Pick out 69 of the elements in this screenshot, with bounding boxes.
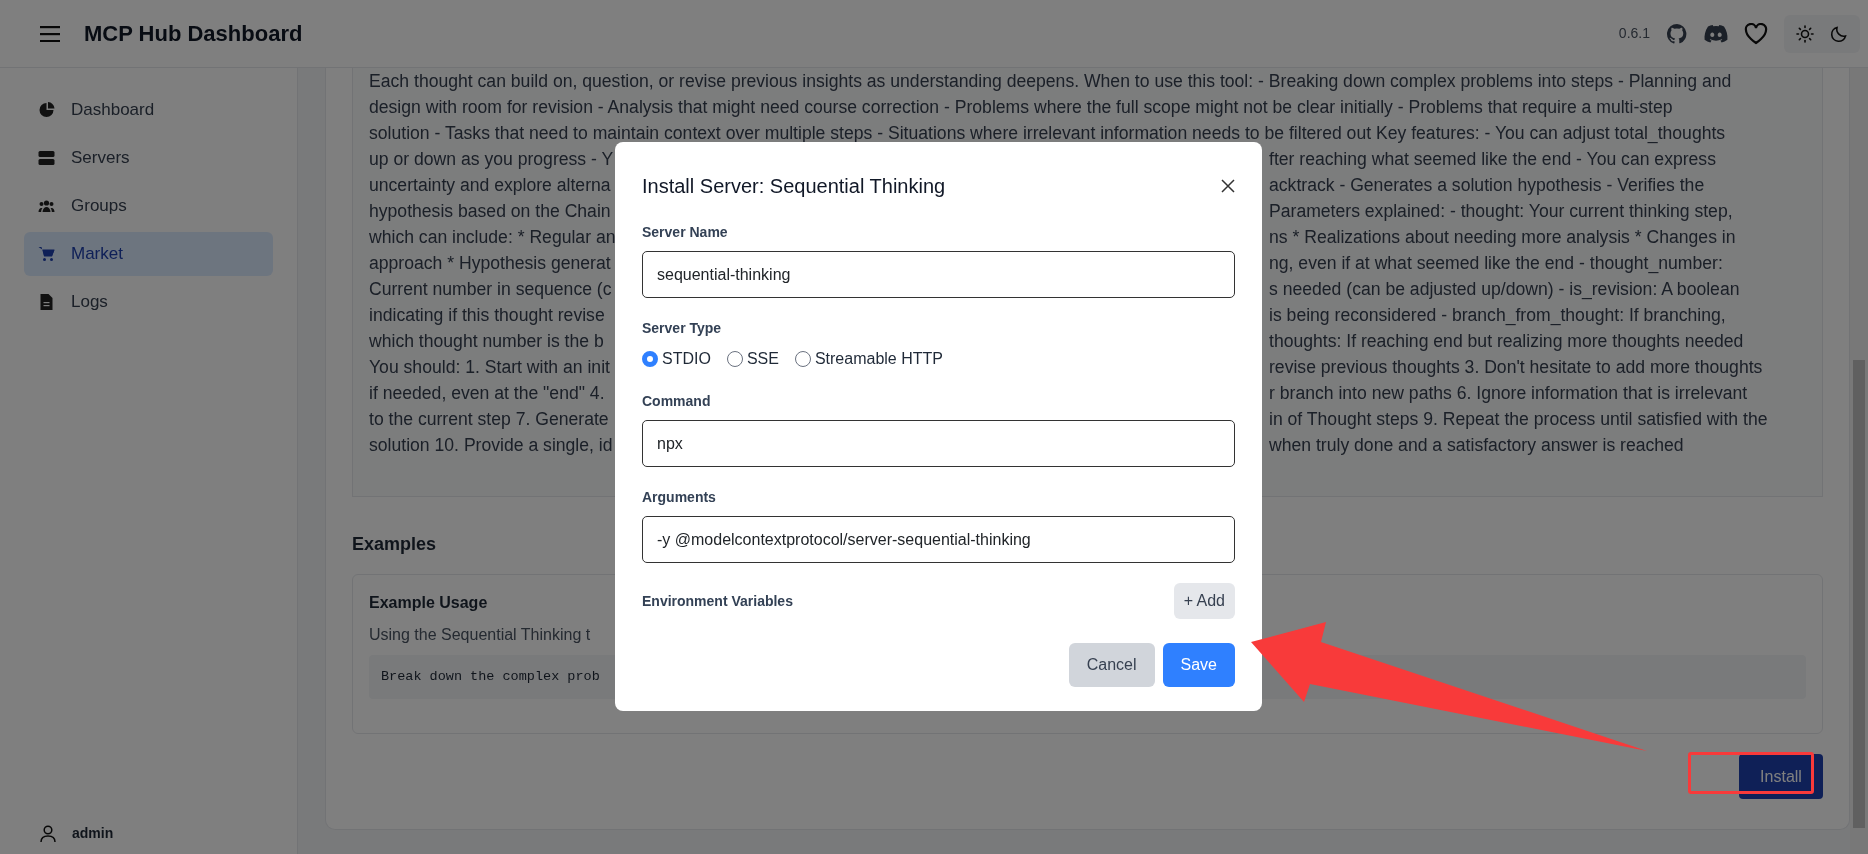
example-title: Example Usage	[369, 593, 488, 613]
save-button[interactable]: Save	[1162, 643, 1235, 687]
description-text: revise previous thoughts 3. Don't hesitate to add more thoughts	[1269, 357, 1763, 377]
sidebar-item[interactable]: Dashboard	[24, 88, 273, 132]
example-description: Using the Sequential Thinking t	[369, 625, 591, 645]
description-text: fter reaching what seemed like the end - You can express	[1269, 149, 1716, 169]
cancel-button[interactable]: Cancel	[1068, 643, 1155, 687]
description-text: thoughts: If reaching end but realizing more thoughts needed	[1269, 331, 1744, 351]
description-text: solution - Tasks that need to maintain context over multiple steps - Situations where irrelevant information needs to be filtered out Key features: - You can adjust total_thoughts	[369, 123, 1726, 143]
description-text: in of Thought steps 9. Repeat the process until satisfied with the	[1269, 409, 1768, 429]
sidebar-item[interactable]: Servers	[24, 136, 273, 180]
field-label: Command	[642, 392, 712, 411]
document-icon	[38, 294, 55, 310]
description-text: to the current step 7. Generate	[369, 409, 609, 429]
description-text: You should: 1. Start with an init	[369, 357, 610, 377]
description-text: which thought number is the b	[369, 331, 604, 351]
radio-label[interactable]: STDIO	[662, 347, 711, 371]
description-text: Parameters explained: - thought: Your current thinking step,	[1269, 201, 1733, 221]
description-text: ng, even if at what seemed like the end - thought_number:	[1269, 253, 1723, 273]
cart-icon	[38, 246, 55, 262]
description-text: solution 10. Provide a single, id	[369, 435, 613, 455]
radio-button[interactable]	[726, 351, 743, 367]
pie-chart-icon	[38, 102, 55, 118]
section-heading: Examples	[352, 533, 437, 556]
field-label: Arguments	[642, 488, 717, 507]
description-text: up or down as you progress - Y	[369, 149, 614, 169]
user-icon	[40, 824, 56, 843]
description-text: ns * Realizations about needing more analysis * Changes in	[1269, 227, 1736, 247]
sidebar-item[interactable]: Logs	[24, 280, 273, 324]
radio-button[interactable]	[642, 351, 658, 367]
radio-label[interactable]: Streamable HTTP	[814, 347, 943, 371]
description-text: which can include: * Regular an	[369, 227, 616, 247]
moon-icon[interactable]	[1830, 24, 1848, 43]
menu-icon[interactable]	[40, 25, 60, 42]
description-text: hypothesis based on the Chain	[369, 201, 611, 221]
github-icon[interactable]	[1666, 22, 1688, 45]
sidebar-item[interactable]: Groups	[24, 184, 273, 228]
server-icon	[38, 150, 55, 166]
description-text: when truly done and a satisfactory answer is reached	[1269, 435, 1684, 455]
description-text: Current number in sequence (c	[369, 279, 612, 299]
heart-icon[interactable]	[1744, 22, 1768, 45]
description-text: approach * Hypothesis generat	[369, 253, 611, 273]
version-label: 0.6.1	[1618, 24, 1650, 43]
dialog-title: Install Server: Sequential Thinking	[642, 174, 946, 198]
description-text: s needed (can be adjusted up/down) - is_revision: A boolean	[1269, 279, 1740, 299]
radio-button[interactable]	[794, 351, 811, 367]
scrollbar-thumb[interactable]	[1853, 360, 1865, 828]
user-name: admin	[72, 824, 114, 843]
description-text: if needed, even at the "end" 4.	[369, 383, 605, 403]
discord-icon[interactable]	[1704, 24, 1728, 43]
description-text: indicating if this thought revise	[369, 305, 605, 325]
description-text: acktrack - Generates a solution hypothesis - Verifies the	[1269, 175, 1705, 195]
input-field[interactable]: npx	[642, 420, 1235, 467]
description-text: is being reconsidered - branch_from_thought: If branching,	[1269, 305, 1726, 325]
field-label: Server Type	[642, 319, 723, 338]
field-label: Server Name	[642, 223, 729, 242]
field-label: Environment Variables	[642, 591, 793, 611]
description-text: r branch into new paths 6. Ignore information that is irrelevant	[1269, 383, 1748, 403]
radio-label[interactable]: SSE	[746, 347, 779, 371]
input-field[interactable]: sequential-thinking	[642, 251, 1235, 298]
add-button[interactable]: + Add	[1173, 583, 1235, 619]
description-text: design with room for revision - Analysis that might need course correction - Problems where the full scope might not be clear initially - Problems that require a multi-step	[369, 97, 1673, 117]
description-text: uncertainty and explore alterna	[369, 175, 611, 195]
app-title: MCP Hub Dashboard	[84, 20, 303, 48]
close-icon[interactable]	[1221, 179, 1235, 193]
input-field[interactable]: -y @modelcontextprotocol/server-sequential-thinking	[642, 516, 1235, 563]
sun-icon[interactable]	[1796, 24, 1814, 43]
users-icon	[38, 198, 55, 214]
description-text: Each thought can build on, question, or revise previous insights as understanding deepens. When to use this tool: - Breaking down complex problems into steps - Planning and	[369, 71, 1732, 91]
